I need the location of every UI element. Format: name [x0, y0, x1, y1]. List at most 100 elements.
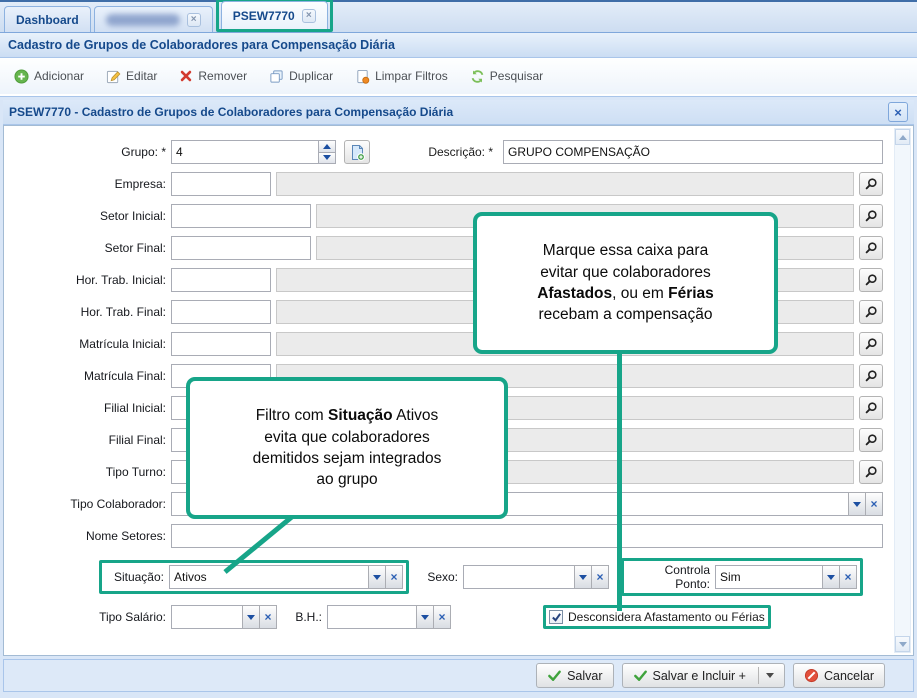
- dropdown-trigger-button[interactable]: [822, 565, 840, 589]
- situacao-highlight-annotation: Situação: ×: [99, 560, 409, 594]
- filial-inicial-lookup-button[interactable]: [859, 396, 883, 420]
- chevron-up-icon: [899, 135, 907, 140]
- form-scrollbar[interactable]: [894, 128, 911, 653]
- clear-field-button[interactable]: ×: [259, 605, 277, 629]
- tab-close-icon[interactable]: ×: [302, 9, 316, 23]
- scroll-up-button[interactable]: [895, 129, 910, 145]
- new-record-button[interactable]: [344, 140, 370, 164]
- check-icon: [547, 668, 562, 683]
- tipo-salario-label: Tipo Salário:: [16, 610, 171, 624]
- window-close-button[interactable]: ×: [888, 102, 908, 122]
- tab-psew7770[interactable]: PSEW7770 ×: [221, 1, 328, 29]
- tab-highlight-annotation: PSEW7770 ×: [216, 0, 333, 32]
- duplicar-button[interactable]: Duplicar: [259, 63, 343, 89]
- hor-trab-inicial-code-input[interactable]: [171, 268, 271, 292]
- dropdown-trigger-button[interactable]: [242, 605, 260, 629]
- bh-input[interactable]: [327, 605, 417, 629]
- matricula-final-label: Matrícula Final:: [16, 369, 171, 383]
- setor-final-code-input[interactable]: [171, 236, 311, 260]
- tab-strip: Dashboard × PSEW7770 ×: [0, 0, 917, 33]
- descricao-input[interactable]: [503, 140, 883, 164]
- controla-ponto-label: Controla Ponto:: [627, 563, 715, 591]
- sexo-label: Sexo:: [421, 570, 463, 584]
- empresa-label: Empresa:: [16, 177, 171, 191]
- remover-button[interactable]: Remover: [169, 63, 257, 89]
- setor-final-lookup-button[interactable]: [859, 236, 883, 260]
- chevron-down-icon: [323, 155, 331, 160]
- tipo-colaborador-label: Tipo Colaborador:: [16, 497, 171, 511]
- window-title: PSEW7770 - Cadastro de Grupos de Colabor…: [9, 105, 453, 119]
- tab-redacted[interactable]: ×: [94, 6, 213, 32]
- limpar-filtros-button[interactable]: Limpar Filtros: [345, 63, 458, 89]
- clear-field-button[interactable]: ×: [839, 565, 857, 589]
- salvar-incluir-button[interactable]: Salvar e Incluir +: [622, 663, 785, 688]
- dropdown-trigger-button[interactable]: [848, 492, 866, 516]
- clear-field-button[interactable]: ×: [385, 565, 403, 589]
- tipo-turno-lookup-button[interactable]: [859, 460, 883, 484]
- tab-dashboard-label: Dashboard: [16, 13, 79, 27]
- scroll-down-button[interactable]: [895, 636, 910, 652]
- chevron-down-icon: [766, 673, 774, 678]
- nome-setores-label: Nome Setores:: [16, 529, 171, 543]
- hor-trab-final-code-input[interactable]: [171, 300, 271, 324]
- cancelar-button[interactable]: Cancelar: [793, 663, 885, 688]
- chevron-up-icon: [323, 144, 331, 149]
- window-header: PSEW7770 - Cadastro de Grupos de Colabor…: [3, 100, 914, 125]
- clear-field-button[interactable]: ×: [591, 565, 609, 589]
- chevron-down-icon: [421, 615, 429, 620]
- sexo-input[interactable]: [463, 565, 575, 589]
- salvar-incluir-menu-button[interactable]: [758, 667, 774, 684]
- dropdown-trigger-button[interactable]: [574, 565, 592, 589]
- tab-dashboard[interactable]: Dashboard: [4, 6, 91, 32]
- tipo-turno-label: Tipo Turno:: [16, 465, 171, 479]
- setor-inicial-lookup-button[interactable]: [859, 204, 883, 228]
- magnifier-icon: [864, 433, 878, 447]
- tipo-salario-input[interactable]: [171, 605, 243, 629]
- empresa-lookup-button[interactable]: [859, 172, 883, 196]
- dropdown-trigger-button[interactable]: [416, 605, 434, 629]
- magnifier-icon: [864, 337, 878, 351]
- matricula-inicial-label: Matrícula Inicial:: [16, 337, 171, 351]
- editar-button[interactable]: Editar: [96, 63, 167, 89]
- form-row: Grupo: * Descrição: *: [16, 140, 883, 164]
- chevron-down-icon: [899, 642, 907, 647]
- salvar-button[interactable]: Salvar: [536, 663, 613, 688]
- matricula-final-lookup-button[interactable]: [859, 364, 883, 388]
- bh-label: B.H.:: [285, 610, 327, 624]
- bh-combo: ×: [327, 605, 451, 629]
- form-row-empresa: Empresa:: [16, 172, 883, 196]
- clear-field-button[interactable]: ×: [433, 605, 451, 629]
- adicionar-button[interactable]: Adicionar: [4, 63, 94, 89]
- situacao-input[interactable]: [169, 565, 369, 589]
- controla-ponto-input[interactable]: [715, 565, 823, 589]
- chevron-down-icon: [247, 615, 255, 620]
- window-footer: Salvar Salvar e Incluir + Cancelar: [3, 659, 914, 692]
- refresh-icon: [470, 69, 485, 84]
- dropdown-trigger-button[interactable]: [368, 565, 386, 589]
- nome-setores-input[interactable]: [171, 524, 883, 548]
- setor-inicial-code-input[interactable]: [171, 204, 311, 228]
- matricula-inicial-code-input[interactable]: [171, 332, 271, 356]
- matricula-inicial-lookup-button[interactable]: [859, 332, 883, 356]
- checkbox-note-callout: Marque essa caixa paraevitar que colabor…: [473, 212, 778, 354]
- magnifier-icon: [864, 273, 878, 287]
- grupo-spinner-field: [171, 140, 336, 164]
- hor-trab-inicial-lookup-button[interactable]: [859, 268, 883, 292]
- redacted-tab-text: [106, 14, 180, 26]
- remove-icon: [179, 69, 193, 83]
- module-title-bar: Cadastro de Grupos de Colaboradores para…: [0, 33, 917, 58]
- clear-field-button[interactable]: ×: [865, 492, 883, 516]
- pesquisar-button[interactable]: Pesquisar: [460, 63, 553, 89]
- spinner-up-button[interactable]: [319, 140, 336, 153]
- filial-final-lookup-button[interactable]: [859, 428, 883, 452]
- empresa-code-input[interactable]: [171, 172, 271, 196]
- hor-trab-final-lookup-button[interactable]: [859, 300, 883, 324]
- tab-close-icon[interactable]: ×: [187, 13, 201, 27]
- desconsidera-checkbox[interactable]: [549, 610, 563, 624]
- chevron-down-icon: [853, 502, 861, 507]
- checkbox-highlight-annotation: Desconsidera Afastamento ou Férias: [543, 605, 771, 629]
- hor-trab-final-label: Hor. Trab. Final:: [16, 305, 171, 319]
- grupo-input[interactable]: [171, 140, 319, 164]
- spinner-down-button[interactable]: [319, 153, 336, 165]
- edit-icon: [106, 69, 121, 84]
